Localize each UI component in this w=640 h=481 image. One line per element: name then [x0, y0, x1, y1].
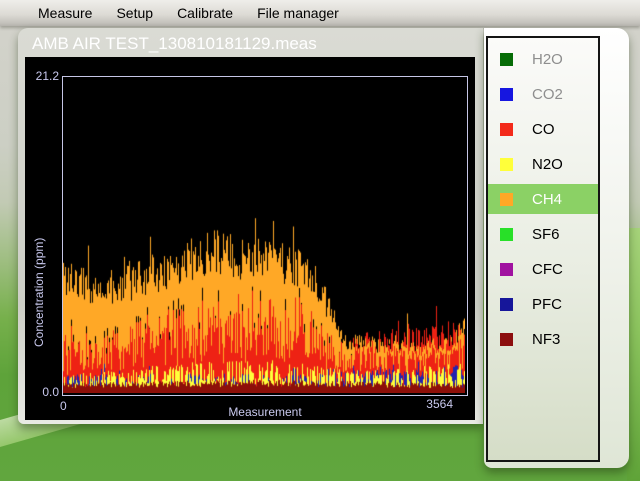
gas-legend-list: H2O CO2 CO N2O CH4 SF6 CFC PFC NF3 [486, 36, 600, 462]
chart-canvas [63, 77, 465, 393]
n2o-color-swatch-icon [500, 158, 513, 171]
y-axis-label: Concentration (ppm) [32, 137, 46, 347]
menu-item-calibrate[interactable]: Calibrate [177, 5, 233, 21]
legend-label: PFC [532, 296, 562, 313]
legend-label: N2O [532, 156, 563, 173]
pfc-color-swatch-icon [500, 298, 513, 311]
legend-label: SF6 [532, 226, 560, 243]
h2o-color-swatch-icon [500, 53, 513, 66]
plot-frame [62, 76, 468, 396]
legend-item-h2o[interactable]: H2O [488, 44, 598, 74]
legend-panel: H2O CO2 CO N2O CH4 SF6 CFC PFC NF3 [484, 28, 629, 468]
menu-bar: Measure Setup Calibrate File manager [0, 0, 640, 26]
legend-item-sf6[interactable]: SF6 [488, 219, 598, 249]
menu-item-setup[interactable]: Setup [116, 5, 153, 21]
legend-label: H2O [532, 51, 563, 68]
legend-item-co[interactable]: CO [488, 114, 598, 144]
measurement-window: AMB AIR TEST_130810181129.meas 21.2 0.0 … [18, 28, 483, 424]
window-title: AMB AIR TEST_130810181129.meas [32, 34, 317, 54]
legend-label: CH4 [532, 191, 562, 208]
chart-area: 21.2 0.0 Concentration (ppm) 0 3564 Meas… [25, 57, 475, 420]
nf3-color-swatch-icon [500, 333, 513, 346]
legend-label: CFC [532, 261, 563, 278]
legend-item-ch4[interactable]: CH4 [488, 184, 598, 214]
y-axis-min-tick: 0.0 [29, 385, 59, 399]
legend-item-co2[interactable]: CO2 [488, 79, 598, 109]
co-color-swatch-icon [500, 123, 513, 136]
legend-item-n2o[interactable]: N2O [488, 149, 598, 179]
y-axis-max-tick: 21.2 [29, 69, 59, 83]
legend-label: NF3 [532, 331, 560, 348]
legend-item-pfc[interactable]: PFC [488, 289, 598, 319]
legend-label: CO [532, 121, 555, 138]
x-axis-label: Measurement [62, 405, 468, 419]
menu-item-file-manager[interactable]: File manager [257, 5, 339, 21]
legend-item-nf3[interactable]: NF3 [488, 324, 598, 354]
sf6-color-swatch-icon [500, 228, 513, 241]
legend-label: CO2 [532, 86, 563, 103]
menu-item-measure[interactable]: Measure [38, 5, 92, 21]
cfc-color-swatch-icon [500, 263, 513, 276]
co2-color-swatch-icon [500, 88, 513, 101]
legend-item-cfc[interactable]: CFC [488, 254, 598, 284]
ch4-color-swatch-icon [500, 193, 513, 206]
